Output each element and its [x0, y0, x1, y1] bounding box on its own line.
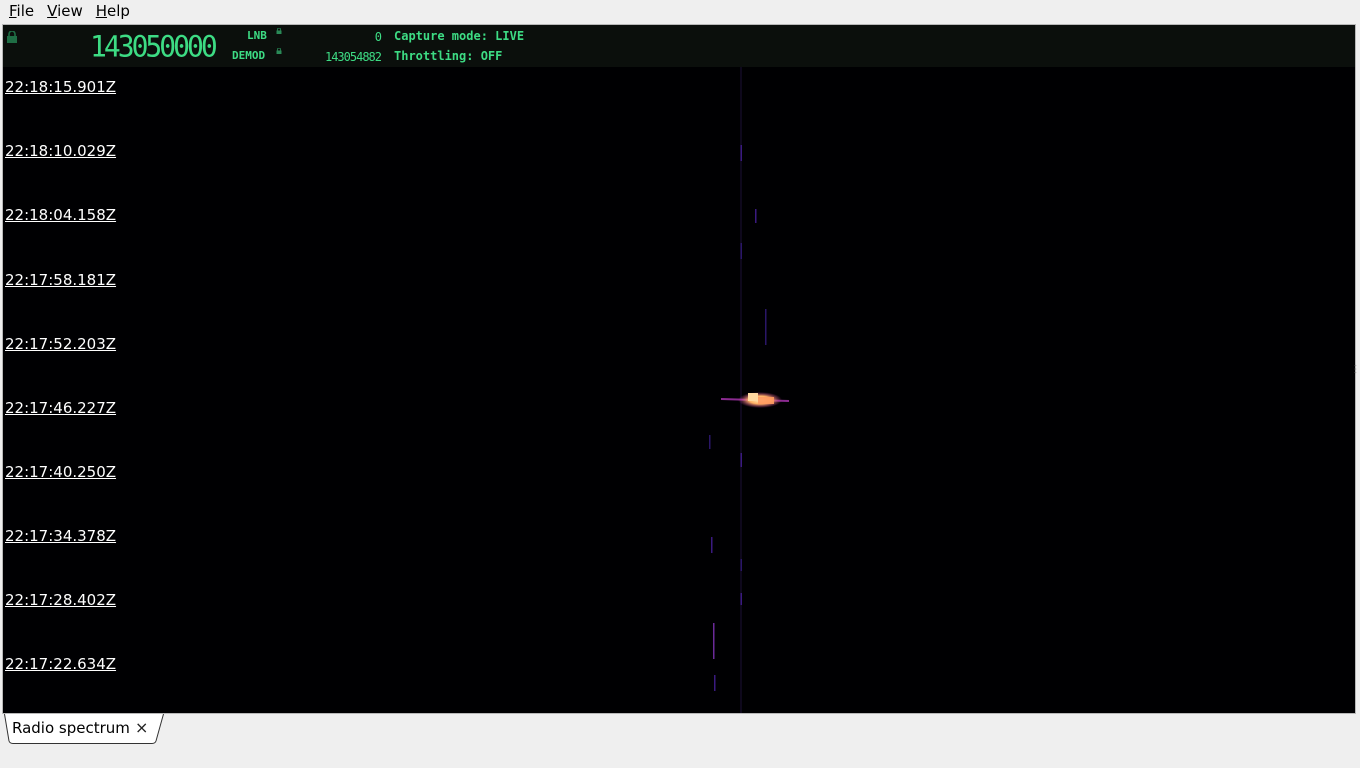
- signal-streak: [714, 675, 716, 691]
- demod-value[interactable]: 143054882: [303, 50, 382, 64]
- signal-streak: [765, 309, 767, 345]
- spectrum-panel: 143050000 LNB 0 DEMOD 143054882 Capture …: [2, 24, 1356, 714]
- signal-streak: [740, 559, 742, 571]
- menu-file-label: ile: [16, 2, 35, 20]
- resize-grip[interactable]: [1354, 364, 1357, 374]
- close-icon[interactable]: ×: [135, 718, 148, 737]
- menu-help[interactable]: Help: [87, 0, 134, 22]
- timestamp-label: 22:18:04.158Z: [5, 206, 117, 224]
- signal-streak: [755, 209, 757, 223]
- timestamp-label: 22:17:28.402Z: [5, 591, 117, 609]
- timestamp-label: 22:18:10.029Z: [5, 142, 117, 160]
- timestamp-label: 22:17:46.227Z: [5, 399, 117, 417]
- signal-streak: [740, 243, 742, 259]
- signal-streak: [740, 453, 742, 467]
- tab-label: Radio spectrum: [12, 719, 130, 737]
- signal-peak: [748, 393, 758, 401]
- menu-help-label: elp: [107, 2, 130, 20]
- throttling-status: Throttling: OFF: [394, 49, 503, 63]
- lnb-label: LNB: [247, 29, 267, 42]
- tab-bar: Radio spectrum ×: [0, 714, 1360, 768]
- waterfall-display[interactable]: [3, 67, 1355, 713]
- demod-lock-icon[interactable]: [276, 48, 282, 54]
- signal-streak: [709, 435, 711, 449]
- menu-file[interactable]: File: [0, 0, 38, 22]
- lnb-value[interactable]: 0: [303, 30, 382, 44]
- signal-streak: [740, 593, 742, 605]
- signal-peak: [758, 397, 774, 404]
- tab-radio-spectrum[interactable]: Radio spectrum ×: [4, 714, 164, 744]
- timestamp-label: 22:18:15.901Z: [5, 78, 117, 96]
- frequency-header: 143050000 LNB 0 DEMOD 143054882 Capture …: [3, 25, 1355, 67]
- signal-streak: [740, 145, 742, 161]
- menu-help-mnemonic: H: [95, 2, 108, 20]
- timestamp-label: 22:17:58.181Z: [5, 271, 117, 289]
- timestamp-label: 22:17:22.634Z: [5, 655, 117, 673]
- demod-label: DEMOD: [232, 49, 266, 62]
- signal-streak: [713, 623, 715, 659]
- menu-bar: File View Help: [0, 0, 1360, 22]
- timestamp-label: 22:17:34.378Z: [5, 527, 117, 545]
- timestamp-label: 22:17:52.203Z: [5, 335, 117, 353]
- signal-streak: [711, 537, 713, 553]
- menu-view-mnemonic: V: [47, 2, 58, 20]
- timestamp-label: 22:17:40.250Z: [5, 463, 117, 481]
- lock-icon[interactable]: [6, 31, 18, 43]
- capture-mode-status: Capture mode: LIVE: [394, 29, 525, 43]
- menu-file-mnemonic: F: [9, 2, 17, 20]
- menu-view-label: iew: [57, 2, 83, 20]
- lnb-lock-icon[interactable]: [276, 28, 282, 34]
- menu-view[interactable]: View: [38, 0, 87, 22]
- lo-frequency-display[interactable]: 143050000: [90, 30, 226, 64]
